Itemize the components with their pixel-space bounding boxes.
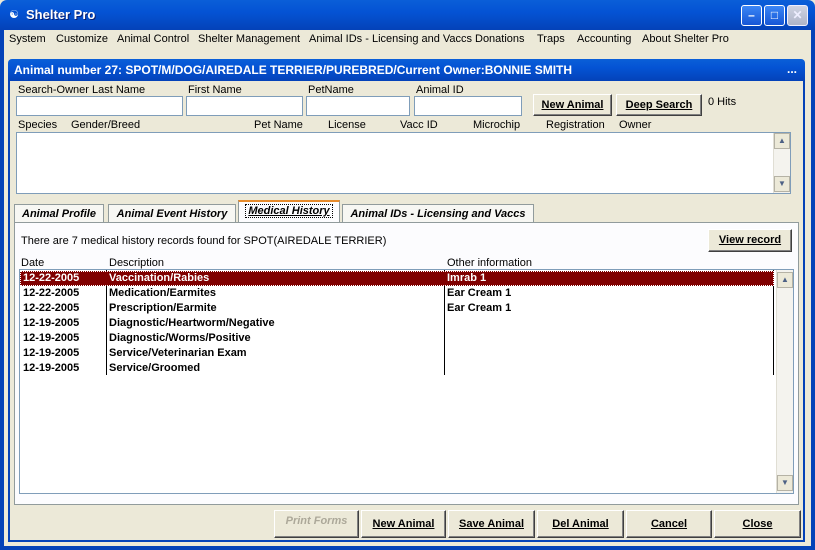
pet-name-label: PetName [308,84,354,96]
minimize-button[interactable]: – [741,5,762,26]
row-description: Service/Groomed [109,362,201,374]
close-window-button[interactable]: ✕ [787,5,808,26]
row-date: 12-22-2005 [23,287,80,299]
first-name-label: First Name [188,84,242,96]
menu-about[interactable]: About Shelter Pro [642,33,729,45]
tab-medical-history-label: Medical History [245,204,333,218]
window-frame-bottom [0,546,815,550]
print-forms-button[interactable]: Print Forms [274,510,359,538]
medical-row[interactable]: 12-19-2005 Diagnostic/Heartworm/Negative [20,316,774,331]
row-date: 12-19-2005 [23,317,80,329]
del-animal-button[interactable]: Del Animal [537,510,624,538]
more-options-icon[interactable]: ... [787,62,797,76]
menu-accounting[interactable]: Accounting [577,33,631,45]
animal-window-title: Animal number 27: SPOT/M/DOG/AIREDALE TE… [14,63,573,77]
tab-animal-profile-label: Animal Profile [22,208,96,220]
row-description: Medication/Earmites [109,287,216,299]
row-other: Imrab 1 [447,272,487,284]
col-species: Species [18,119,58,131]
medical-row[interactable]: 12-22-2005 Medication/Earmites Ear Cream… [20,286,774,301]
pet-name-field[interactable] [306,96,410,116]
new-animal-search-button[interactable]: New Animal [533,94,612,116]
row-description: Diagnostic/Heartworm/Negative [109,317,275,329]
row-description: Diagnostic/Worms/Positive [109,332,251,344]
row-other: Ear Cream 1 [447,302,512,314]
row-date: 12-22-2005 [23,302,80,314]
col-microchip: Microchip [473,119,521,131]
hits-count: 0 Hits [708,96,737,108]
menu-system[interactable]: System [9,33,46,45]
menu-traps[interactable]: Traps [537,33,565,45]
search-results-list[interactable]: ▲ ▼ [16,132,791,194]
tab-animal-ids-label: Animal IDs - Licensing and Vaccs [350,208,526,220]
row-description: Vaccination/Rabies [109,272,210,284]
animal-window-titlebar[interactable]: Animal number 27: SPOT/M/DOG/AIREDALE TE… [8,59,805,81]
menu-bar: System Customize Animal Control Shelter … [4,30,811,50]
first-name-field[interactable] [186,96,303,116]
cancel-button[interactable]: Cancel [626,510,712,538]
row-date: 12-22-2005 [23,272,80,284]
medical-summary: There are 7 medical history records foun… [21,235,387,247]
menu-shelter-management[interactable]: Shelter Management [198,33,300,45]
medical-history-panel: There are 7 medical history records foun… [14,222,799,505]
menu-animal-ids[interactable]: Animal IDs - Licensing and Vaccs [309,33,472,45]
row-date: 12-19-2005 [23,362,80,374]
medical-row[interactable]: 12-19-2005 Diagnostic/Worms/Positive [20,331,774,346]
new-animal-button[interactable]: New Animal [361,510,446,538]
col-gender-breed: Gender/Breed [71,119,141,131]
col-other-information: Other information [447,257,532,269]
medical-grid-scrollbar[interactable]: ▲ ▼ [776,270,793,493]
col-license: License [328,119,366,131]
tab-medical-history[interactable]: Medical History [238,200,340,223]
row-description: Service/Veterinarian Exam [109,347,247,359]
save-animal-button[interactable]: Save Animal [448,510,535,538]
animal-id-field[interactable] [414,96,522,116]
row-date: 12-19-2005 [23,347,80,359]
col-vacc-id: Vacc ID [400,119,438,131]
scroll-down-icon[interactable]: ▼ [777,475,793,491]
col-date: Date [21,257,45,269]
app-title: Shelter Pro [26,7,96,22]
menu-donations[interactable]: Donations [475,33,525,45]
row-other: Ear Cream 1 [447,287,512,299]
row-date: 12-19-2005 [23,332,80,344]
window-frame-right [811,30,815,550]
animal-id-label: Animal ID [416,84,464,96]
col-owner: Owner [619,119,652,131]
menu-animal-control[interactable]: Animal Control [117,33,189,45]
animal-window-body: Search-Owner Last Name First Name PetNam… [8,81,805,542]
col-description: Description [109,257,165,269]
window-frame-left [0,30,4,550]
col-registration: Registration [546,119,605,131]
medical-row[interactable]: 12-22-2005 Vaccination/Rabies Imrab 1 [20,271,774,286]
col-pet-name: Pet Name [254,119,303,131]
deep-search-button[interactable]: Deep Search [616,94,702,116]
row-description: Prescription/Earmite [109,302,217,314]
medical-row[interactable]: 12-19-2005 Service/Groomed [20,361,774,376]
scroll-up-icon[interactable]: ▲ [774,133,790,149]
app-logo-icon: ☯ [9,9,19,21]
medical-history-grid[interactable]: 12-22-2005 Vaccination/Rabies Imrab 1 12… [19,269,794,494]
close-button[interactable]: Close [714,510,801,538]
menu-customize[interactable]: Customize [56,33,108,45]
results-scrollbar[interactable]: ▲ ▼ [773,133,790,193]
owner-last-name-field[interactable] [16,96,183,116]
scroll-down-icon[interactable]: ▼ [774,176,790,192]
owner-last-name-label: Search-Owner Last Name [18,84,146,96]
medical-row[interactable]: 12-19-2005 Service/Veterinarian Exam [20,346,774,361]
app-titlebar[interactable]: ☯ Shelter Pro – □ ✕ [0,0,815,30]
medical-row[interactable]: 12-22-2005 Prescription/Earmite Ear Crea… [20,301,774,316]
maximize-button[interactable]: □ [764,5,785,26]
tab-event-history-label: Animal Event History [116,208,228,220]
scroll-up-icon[interactable]: ▲ [777,272,793,288]
view-record-button[interactable]: View record [708,229,792,252]
